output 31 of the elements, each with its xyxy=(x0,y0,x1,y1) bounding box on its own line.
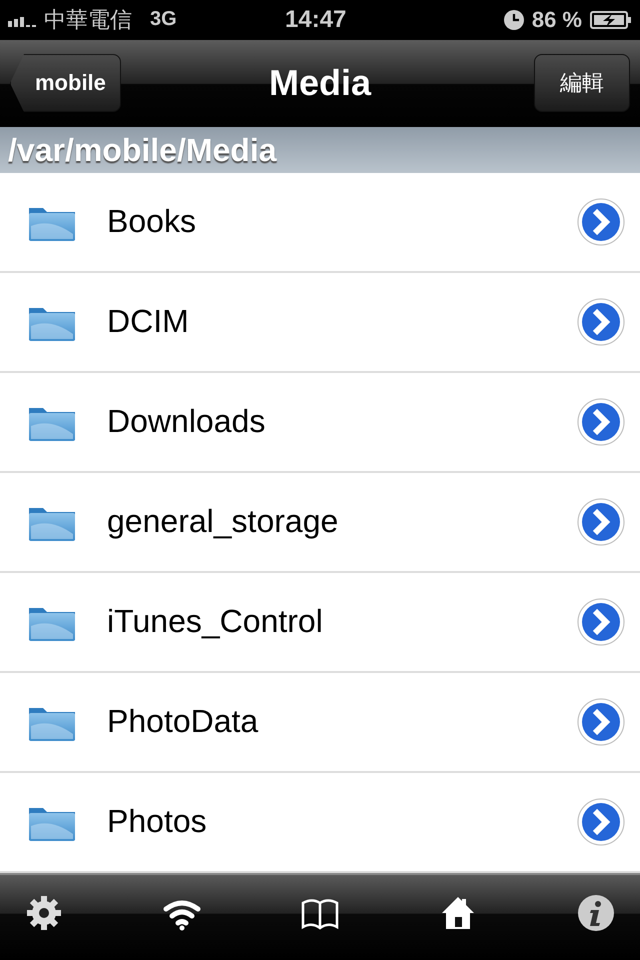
folder-row[interactable]: general_storage xyxy=(0,472,640,573)
folder-name: Books xyxy=(107,203,197,240)
folder-name: Downloads xyxy=(107,403,266,440)
chevron-right-icon[interactable] xyxy=(576,596,626,647)
carrier-name: 中華電信 xyxy=(44,6,132,35)
edit-button[interactable]: 編輯 xyxy=(534,54,630,112)
status-time: 14:47 xyxy=(285,6,346,34)
folder-row[interactable]: Downloads xyxy=(0,372,640,473)
chevron-right-icon[interactable] xyxy=(576,196,626,247)
folder-name: PhotoData xyxy=(107,703,260,740)
screen-title: Media xyxy=(268,62,372,104)
path-header: /var/mobile/Media xyxy=(0,126,640,173)
clock-icon xyxy=(504,10,524,30)
folder-name: Photos xyxy=(107,803,208,840)
folder-row[interactable]: PhotoData xyxy=(0,672,640,773)
folder-row[interactable]: Books xyxy=(0,172,640,273)
chevron-right-icon[interactable] xyxy=(576,296,626,347)
folder-row[interactable]: DCIM xyxy=(0,272,640,373)
chevron-right-icon[interactable] xyxy=(576,796,626,847)
battery-percent: 86 % xyxy=(532,6,582,33)
folder-row[interactable]: iTunes_Control xyxy=(0,572,640,673)
chevron-right-icon[interactable] xyxy=(576,396,626,447)
info-icon[interactable] xyxy=(576,893,616,934)
battery-icon xyxy=(590,10,632,30)
back-button[interactable]: mobile xyxy=(10,54,121,112)
folder-name: general_storage xyxy=(107,503,340,540)
network-type: 3G xyxy=(150,8,177,32)
chevron-right-icon[interactable] xyxy=(576,496,626,547)
folder-name: iTunes_Control xyxy=(107,603,324,640)
folder-name: DCIM xyxy=(107,303,190,340)
chevron-right-icon[interactable] xyxy=(576,696,626,747)
